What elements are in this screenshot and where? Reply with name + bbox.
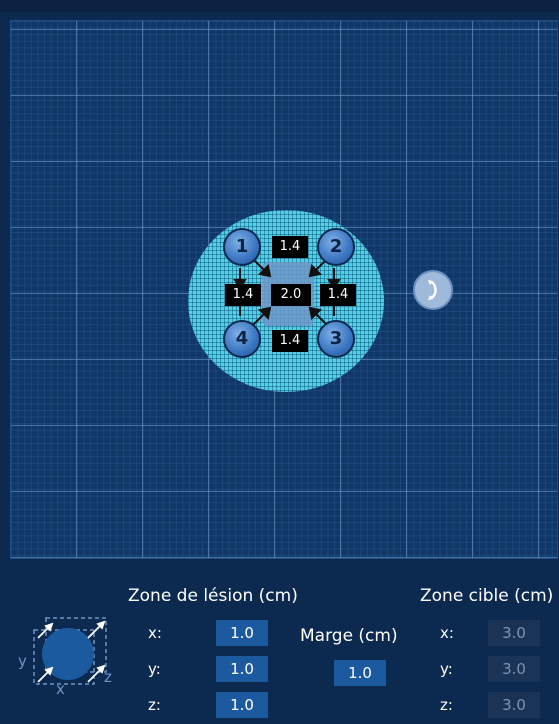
lesion-x-field[interactable]: 1.0: [216, 620, 268, 646]
distance-center-label: 2.0: [271, 284, 311, 306]
target-y-label: y:: [440, 660, 453, 678]
target-y-field: 3.0: [488, 656, 540, 682]
point-2-handle[interactable]: 2: [317, 228, 355, 266]
distance-top-label: 1.4: [272, 236, 308, 258]
target-x-label: x:: [440, 624, 454, 642]
margin-field[interactable]: 1.0: [334, 660, 386, 686]
lesion-x-label: x:: [148, 624, 162, 642]
axis-x-label: x: [56, 680, 65, 694]
target-z-field: 3.0: [488, 692, 540, 718]
distance-right-label: 1.4: [320, 284, 356, 306]
point-3-handle[interactable]: 3: [317, 320, 355, 358]
distance-bottom-label: 1.4: [272, 330, 308, 352]
axes-cube-icon: y x z: [18, 617, 112, 694]
target-x-field: 3.0: [488, 620, 540, 646]
lesion-y-label: y:: [148, 660, 161, 678]
top-bar: [0, 0, 559, 12]
lesion-y-field[interactable]: 1.0: [216, 656, 268, 682]
lesion-z-field[interactable]: 1.0: [216, 692, 268, 718]
axis-y-label: y: [18, 652, 27, 670]
distance-left-label: 1.4: [225, 284, 261, 306]
lesion-zone-title: Zone de lésion (cm): [128, 586, 298, 606]
point-1-handle[interactable]: 1: [223, 228, 261, 266]
point-4-handle[interactable]: 4: [223, 320, 261, 358]
axis-z-label: z: [104, 668, 112, 686]
lesion-z-label: z:: [148, 696, 161, 714]
target-z-label: z:: [440, 696, 453, 714]
rotate-icon: [428, 280, 437, 300]
margin-title: Marge (cm): [300, 626, 398, 646]
rotate-button[interactable]: [413, 270, 453, 310]
target-zone-title: Zone cible (cm): [420, 586, 554, 606]
